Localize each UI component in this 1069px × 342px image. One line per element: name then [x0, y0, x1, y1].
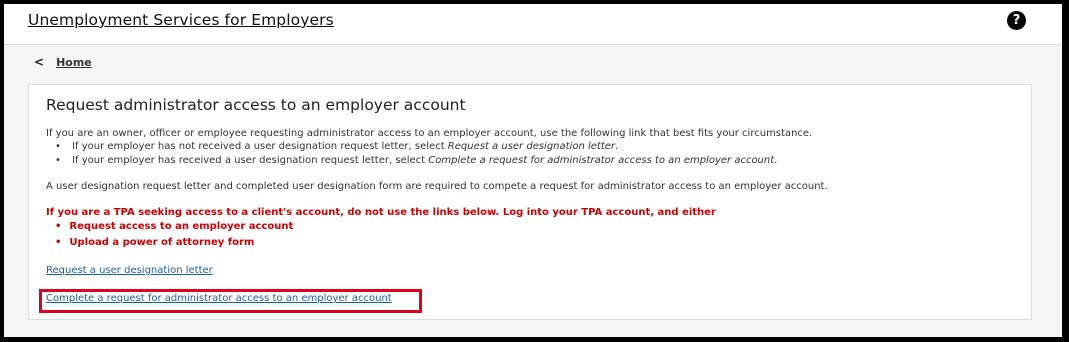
intro-text: If you are an owner, officer or employee…	[46, 128, 813, 139]
option-emphasis: Request a user designation letter	[447, 141, 616, 152]
requirement-text: A user designation request letter and co…	[46, 181, 828, 192]
home-link[interactable]: Home	[56, 56, 92, 69]
top-header: Unemployment Services for Employers ?	[4, 4, 1062, 45]
option-emphasis: Complete a request for administrator acc…	[428, 155, 775, 166]
options-list: If your employer has not received a user…	[55, 140, 777, 168]
option-suffix: .	[615, 141, 619, 152]
tpa-option-item: Request access to an employer account	[55, 219, 293, 235]
app-title-link[interactable]: Unemployment Services for Employers	[28, 11, 334, 29]
option-item: If your employer has received a user des…	[55, 154, 777, 168]
option-prefix: If your employer has not received a user…	[72, 141, 448, 152]
card-title: Request administrator access to an emplo…	[46, 96, 466, 114]
tpa-options-list: Request access to an employer account Up…	[55, 219, 293, 251]
option-item: If your employer has not received a user…	[55, 140, 777, 154]
chevron-left-icon: <	[34, 55, 45, 69]
app-window: Unemployment Services for Employers ? < …	[4, 4, 1062, 337]
complete-admin-request-link[interactable]: Complete a request for administrator acc…	[46, 293, 392, 304]
request-designation-letter-link[interactable]: Request a user designation letter	[46, 265, 213, 276]
breadcrumb: < Home	[34, 55, 92, 69]
request-access-card: Request administrator access to an emplo…	[28, 84, 1032, 320]
tpa-warning: If you are a TPA seeking access to a cli…	[46, 207, 716, 218]
option-prefix: If your employer has received a user des…	[72, 155, 429, 166]
tpa-option-item: Upload a power of attorney form	[55, 235, 293, 251]
question-circle-icon[interactable]: ?	[1007, 11, 1026, 30]
option-suffix: .	[774, 155, 778, 166]
